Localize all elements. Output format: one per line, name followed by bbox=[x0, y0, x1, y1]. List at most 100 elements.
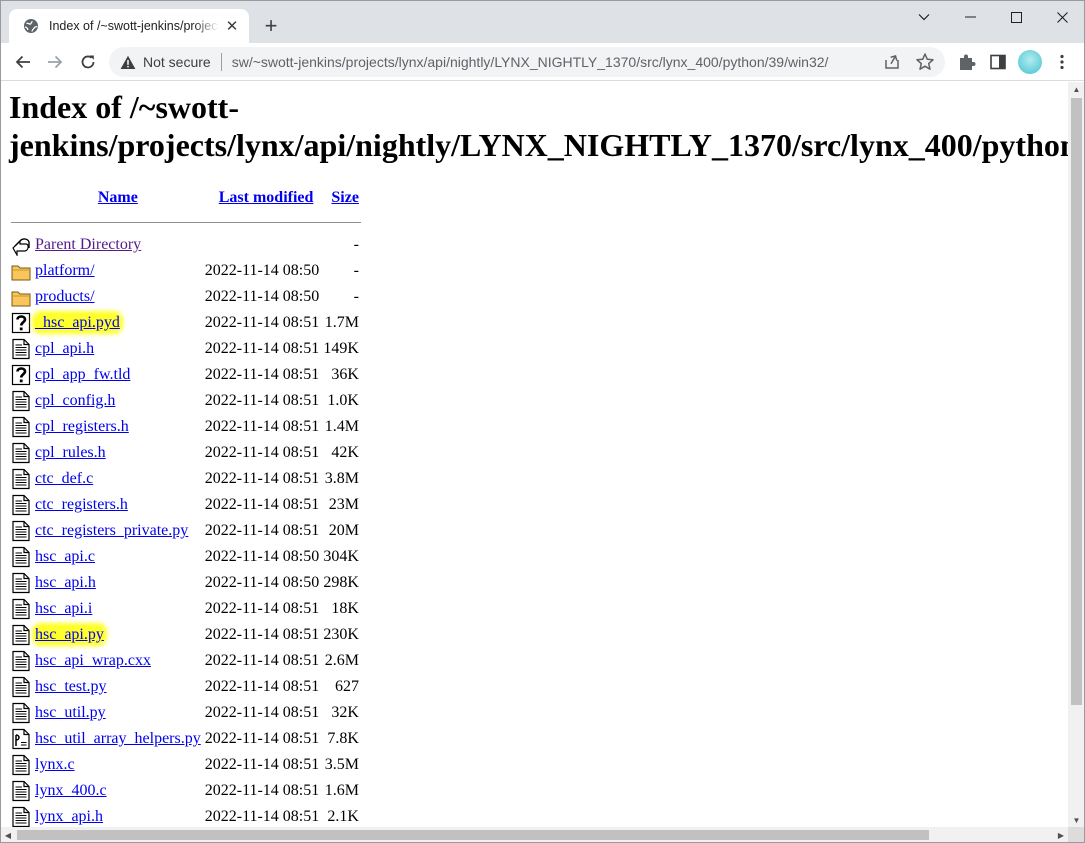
file-link[interactable]: lynx_api.h bbox=[35, 808, 103, 825]
file-link[interactable]: hsc_api_wrap.cxx bbox=[35, 652, 151, 669]
size-cell: 18K bbox=[331, 600, 359, 617]
last-modified-cell bbox=[203, 232, 320, 258]
file-link[interactable]: _hsc_api.pyd bbox=[35, 314, 120, 331]
file-link[interactable]: hsc_api.i bbox=[35, 600, 92, 617]
size-cell: 3.5M bbox=[324, 756, 359, 773]
scroll-right-arrow-icon[interactable]: ▶ bbox=[1054, 827, 1068, 842]
last-modified-cell: 2022-11-14 08:50 bbox=[204, 262, 320, 279]
warning-icon[interactable] bbox=[119, 53, 137, 71]
file-link[interactable]: hsc_api.py bbox=[35, 626, 104, 643]
size-cell: 2.1K bbox=[327, 808, 359, 825]
forward-button[interactable] bbox=[41, 48, 69, 76]
reload-button[interactable] bbox=[74, 48, 102, 76]
file-link[interactable]: cpl_registers.h bbox=[35, 418, 129, 435]
reload-icon bbox=[81, 55, 95, 69]
arrow-left-icon bbox=[15, 55, 30, 69]
last-modified-cell: 2022-11-14 08:51 bbox=[204, 652, 320, 669]
size-cell: 32K bbox=[331, 704, 359, 721]
file-icon-cell bbox=[9, 258, 33, 284]
horizontal-scrollbar[interactable]: ◀ ▶ bbox=[1, 827, 1068, 842]
url-text[interactable]: sw/~swott-jenkins/projects/lynx/api/nigh… bbox=[232, 54, 829, 70]
file-name-cell: hsc_api_wrap.cxx bbox=[33, 648, 203, 674]
file-link[interactable]: cpl_rules.h bbox=[35, 444, 106, 461]
file-link[interactable]: cpl_api.h bbox=[35, 340, 94, 357]
share-icon[interactable] bbox=[883, 53, 901, 71]
file-link[interactable]: hsc_util_array_helpers.py bbox=[35, 730, 201, 747]
address-bar[interactable]: Not secure sw/~swott-jenkins/projects/ly… bbox=[109, 47, 945, 77]
file-name-cell: hsc_util_array_helpers.py bbox=[33, 726, 203, 752]
file-link[interactable]: ctc_def.c bbox=[35, 470, 93, 487]
file-icon-cell bbox=[9, 778, 33, 804]
close-window-button[interactable] bbox=[1039, 1, 1084, 33]
file-link[interactable]: hsc_util.py bbox=[35, 704, 106, 721]
profile-button[interactable] bbox=[1017, 49, 1043, 75]
size-cell: 23M bbox=[328, 496, 359, 513]
last-modified-cell: 2022-11-14 08:51 bbox=[204, 704, 320, 721]
browser-tab[interactable]: Index of /~swott-jenkins/projects/lynx/a… bbox=[9, 9, 249, 43]
back-button[interactable] bbox=[9, 48, 37, 76]
browser-menu-button[interactable] bbox=[1049, 49, 1075, 75]
file-icon-cell bbox=[9, 622, 33, 648]
file-link[interactable]: hsc_api.h bbox=[35, 574, 96, 591]
file-name-cell: cpl_rules.h bbox=[33, 440, 203, 466]
file-link[interactable]: platform/ bbox=[35, 262, 95, 279]
sort-by-name-link[interactable]: Name bbox=[98, 189, 138, 206]
more-vert-icon bbox=[1060, 54, 1064, 70]
last-modified-cell: 2022-11-14 08:50 bbox=[204, 288, 320, 305]
file-link[interactable]: products/ bbox=[35, 288, 95, 305]
file-link[interactable]: cpl_app_fw.tld bbox=[35, 366, 130, 383]
file-name-cell: ctc_registers.h bbox=[33, 492, 203, 518]
file-link[interactable]: Parent Directory bbox=[35, 236, 141, 253]
tab-close-icon[interactable]: ✕ bbox=[223, 17, 241, 35]
scroll-up-arrow-icon[interactable]: ▲ bbox=[1068, 82, 1084, 96]
browser-toolbar: Not secure sw/~swott-jenkins/projects/ly… bbox=[1, 43, 1084, 81]
scroll-left-arrow-icon[interactable]: ◀ bbox=[1, 827, 15, 842]
last-modified-cell: 2022-11-14 08:51 bbox=[204, 782, 320, 799]
file-icon-cell bbox=[9, 362, 33, 388]
sort-by-last-modified-link[interactable]: Last modified bbox=[219, 189, 314, 206]
file-name-cell: hsc_api.py bbox=[33, 622, 203, 648]
maximize-button[interactable] bbox=[993, 1, 1039, 33]
sort-by-size-link[interactable]: Size bbox=[331, 189, 359, 206]
star-icon[interactable] bbox=[915, 52, 935, 72]
extensions-button[interactable] bbox=[954, 49, 980, 75]
file-icon-cell bbox=[9, 336, 33, 362]
scrollbar-corner bbox=[1068, 827, 1084, 842]
file-icon-cell bbox=[9, 752, 33, 778]
file-link[interactable]: lynx_400.c bbox=[35, 782, 107, 799]
size-cell: 2.6M bbox=[324, 652, 359, 669]
file-link[interactable]: ctc_registers_private.py bbox=[35, 522, 188, 539]
file-name-cell: hsc_api.c bbox=[33, 544, 203, 570]
vertical-scrollbar[interactable]: ▲ ▼ bbox=[1068, 82, 1084, 827]
last-modified-cell: 2022-11-14 08:51 bbox=[204, 600, 320, 617]
vertical-scroll-thumb[interactable] bbox=[1071, 98, 1082, 705]
text-icon bbox=[11, 338, 31, 360]
scroll-down-arrow-icon[interactable]: ▼ bbox=[1068, 813, 1084, 827]
size-cell: 36K bbox=[331, 366, 359, 383]
file-link[interactable]: lynx.c bbox=[35, 756, 75, 773]
file-name-cell: lynx.c bbox=[33, 752, 203, 778]
text-icon bbox=[11, 780, 31, 802]
security-status[interactable]: Not secure bbox=[143, 54, 211, 70]
minimize-icon bbox=[964, 16, 976, 18]
file-name-cell: lynx_400.c bbox=[33, 778, 203, 804]
file-link[interactable]: hsc_test.py bbox=[35, 678, 107, 695]
text-icon bbox=[11, 546, 31, 568]
size-cell: 1.4M bbox=[324, 418, 359, 435]
new-tab-button[interactable]: + bbox=[259, 13, 283, 38]
table-row: lynx_400.c 2022-11-14 08:51 1.6M bbox=[9, 778, 361, 804]
last-modified-cell: 2022-11-14 08:51 bbox=[204, 470, 320, 487]
table-row: hsc_util_array_helpers.py 2022-11-14 08:5… bbox=[9, 726, 361, 752]
last-modified-cell: 2022-11-14 08:51 bbox=[204, 392, 320, 409]
file-link[interactable]: hsc_api.c bbox=[35, 548, 95, 565]
file-name-cell: hsc_test.py bbox=[33, 674, 203, 700]
file-name-cell: cpl_app_fw.tld bbox=[33, 362, 203, 388]
file-link[interactable]: ctc_registers.h bbox=[35, 496, 128, 513]
table-row: hsc_test.py 2022-11-14 08:51 627 bbox=[9, 674, 361, 700]
horizontal-scroll-thumb[interactable] bbox=[17, 830, 929, 840]
file-link[interactable]: cpl_config.h bbox=[35, 392, 115, 409]
side-panel-button[interactable] bbox=[985, 49, 1011, 75]
minimize-button[interactable] bbox=[947, 1, 993, 33]
size-cell: 304K bbox=[323, 548, 359, 565]
tab-search-button[interactable] bbox=[901, 1, 947, 33]
